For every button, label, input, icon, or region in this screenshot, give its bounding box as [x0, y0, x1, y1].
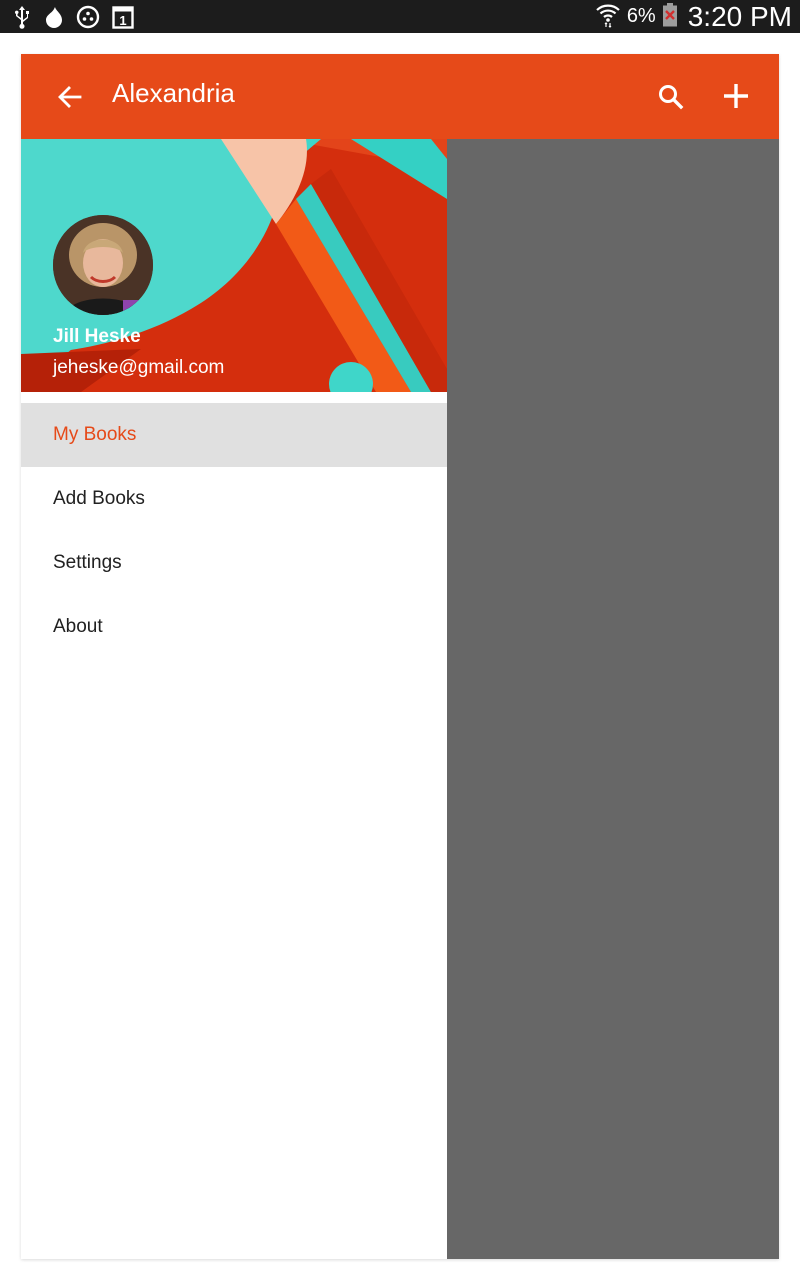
calendar-icon: 1: [112, 5, 134, 29]
drawer-header: Jill Heske jeheske@gmail.com: [21, 139, 447, 392]
menu-item-settings[interactable]: Settings: [21, 531, 447, 595]
page-title: Alexandria: [112, 78, 235, 108]
calendar-day: 1: [119, 13, 126, 28]
battery-icon: [662, 2, 678, 32]
plus-icon[interactable]: [721, 81, 751, 111]
wifi-icon: [595, 2, 621, 32]
app-toolbar: Alexandria: [21, 54, 779, 139]
menu-item-my-books[interactable]: My Books: [21, 403, 447, 467]
drawer-menu: My Books Add Books Settings About: [21, 403, 447, 659]
status-bar: 1 6% 3:20 PM: [0, 0, 800, 33]
drop-icon: [44, 5, 64, 29]
user-name: Jill Heske: [53, 326, 141, 347]
app-window: Alexandria Jill Heske jeheske@gmail.com …: [21, 54, 779, 1259]
arrow-left-icon[interactable]: [55, 82, 85, 112]
search-icon[interactable]: [657, 83, 685, 111]
menu-item-about[interactable]: About: [21, 595, 447, 659]
usb-icon: [12, 5, 32, 29]
menu-item-add-books[interactable]: Add Books: [21, 467, 447, 531]
avatar[interactable]: [53, 215, 153, 315]
navigation-drawer: Jill Heske jeheske@gmail.com My Books Ad…: [21, 139, 447, 1259]
status-icons-left: 1: [12, 5, 134, 29]
status-icons-right: 6% 3:20 PM: [595, 1, 792, 33]
battery-percent: 6%: [626, 5, 656, 27]
user-email: jeheske@gmail.com: [53, 357, 225, 378]
clock: 3:20 PM: [687, 0, 792, 32]
content-scrim[interactable]: [447, 139, 779, 1259]
circle-dots-icon: [76, 5, 100, 29]
